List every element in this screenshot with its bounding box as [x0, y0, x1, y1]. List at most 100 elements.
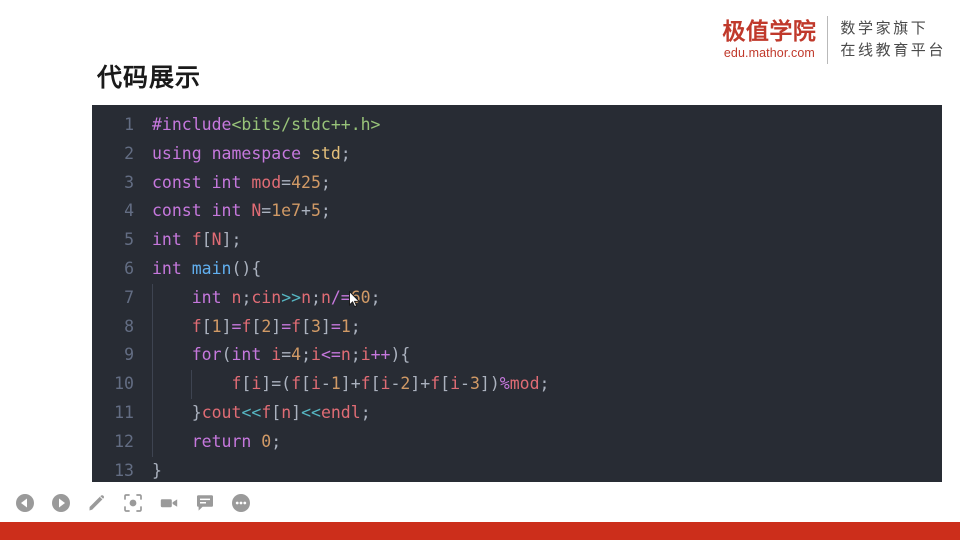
- line-number: 13: [114, 460, 134, 480]
- code-token: ]: [221, 316, 232, 336]
- code-token: }: [152, 460, 162, 480]
- code-token: n: [231, 287, 242, 307]
- code-token: i: [310, 374, 321, 394]
- code-token: /=: [330, 287, 351, 307]
- code-token: 1e7: [271, 201, 302, 221]
- code-token: ]: [320, 316, 331, 336]
- code-token: [: [301, 374, 311, 394]
- code-token: std: [310, 143, 341, 163]
- code-text: const int mod=425;: [144, 169, 942, 198]
- comment-button[interactable]: [194, 492, 216, 514]
- code-token: ]: [291, 402, 302, 422]
- code-token: f: [430, 374, 441, 394]
- code-token: f: [291, 316, 302, 336]
- slide-container: 极值学院 edu.mathor.com 数学家旗下 在线教育平台 代码展示 1 #…: [0, 0, 960, 540]
- previous-slide-button[interactable]: [14, 492, 36, 514]
- code-token: ){: [390, 345, 411, 365]
- code-token: 1: [340, 316, 351, 336]
- code-token: >>: [281, 287, 302, 307]
- code-token: for: [191, 345, 222, 365]
- code-token: f: [261, 402, 272, 422]
- code-token: [: [251, 316, 262, 336]
- code-text: int main(){: [144, 255, 942, 284]
- line-number: 12: [114, 431, 134, 451]
- code-block: 1 #include<bits/stdc++.h> 2 using namespace…: [92, 105, 942, 482]
- pencil-icon: [87, 493, 107, 513]
- code-line: 13}: [92, 457, 942, 482]
- brand-tagline-line-1: 数学家旗下: [840, 19, 929, 38]
- code-token: ;: [320, 172, 331, 192]
- code-token: n: [320, 287, 331, 307]
- code-token: f: [291, 374, 302, 394]
- code-text: for(int i=4;i<=n;i++){: [144, 341, 942, 371]
- code-token: int: [231, 345, 262, 365]
- code-token: 3: [469, 374, 480, 394]
- previous-icon: [15, 493, 35, 513]
- code-line: 3 const int mod=425;: [92, 169, 942, 198]
- code-token: =: [281, 316, 292, 336]
- indent-guide: [152, 341, 153, 371]
- code-token: -: [320, 374, 331, 394]
- code-text: int f[N];: [144, 226, 942, 255]
- line-number: 5: [124, 230, 134, 250]
- code-token: N: [251, 201, 262, 221]
- code-token: main: [191, 258, 232, 278]
- line-number: 9: [124, 345, 134, 365]
- code-text: return 0;: [144, 427, 942, 457]
- code-token: ;: [231, 230, 242, 250]
- next-slide-button[interactable]: [50, 492, 72, 514]
- code-token: ;: [271, 431, 282, 451]
- indent-guide: [152, 398, 153, 428]
- code-token: 1: [330, 374, 341, 394]
- code-token: (){: [231, 258, 262, 278]
- code-token: +: [350, 374, 361, 394]
- annotate-button[interactable]: [86, 492, 108, 514]
- code-text: #include<bits/stdc++.h>: [144, 111, 942, 140]
- record-button[interactable]: [158, 492, 180, 514]
- code-token: ;: [241, 287, 252, 307]
- code-token: (: [221, 345, 232, 365]
- code-token: [: [271, 402, 282, 422]
- code-token: i: [380, 374, 391, 394]
- code-token: f: [360, 374, 371, 394]
- indent-guide: [152, 283, 153, 313]
- code-token: using: [152, 143, 202, 163]
- code-token: ++: [370, 345, 391, 365]
- code-token: =: [281, 172, 292, 192]
- code-token: ]: [410, 374, 421, 394]
- code-token: i: [311, 345, 321, 365]
- line-number: 11: [114, 402, 134, 422]
- line-number: 7: [124, 287, 134, 307]
- code-token: ;: [370, 287, 381, 307]
- screenshot-button[interactable]: [122, 492, 144, 514]
- code-token: 5: [310, 201, 321, 221]
- brand-name: 极值学院: [722, 19, 817, 46]
- code-token: %: [499, 374, 510, 394]
- line-number: 6: [124, 258, 134, 278]
- code-token: ;: [360, 402, 371, 422]
- code-token: =: [261, 201, 272, 221]
- code-token: int: [211, 201, 242, 221]
- code-token: ]: [340, 374, 351, 394]
- code-token: int: [152, 230, 182, 250]
- code-token: ;: [539, 374, 550, 394]
- code-line: 9 for(int i=4;i<=n;i++){: [92, 341, 942, 371]
- code-token: ;: [350, 345, 361, 365]
- code-text: }cout<<f[n]<<endl;: [144, 398, 942, 428]
- code-token: 60: [350, 287, 371, 307]
- code-line: 7 int n;cin>>n;n/=60;: [92, 283, 942, 313]
- code-text: int n;cin>>n;n/=60;: [144, 283, 942, 313]
- line-number: 3: [124, 172, 134, 192]
- more-options-button[interactable]: [230, 492, 252, 514]
- code-token: cin: [251, 287, 282, 307]
- page-title: 代码展示: [97, 63, 202, 92]
- code-text: using namespace std;: [144, 140, 942, 169]
